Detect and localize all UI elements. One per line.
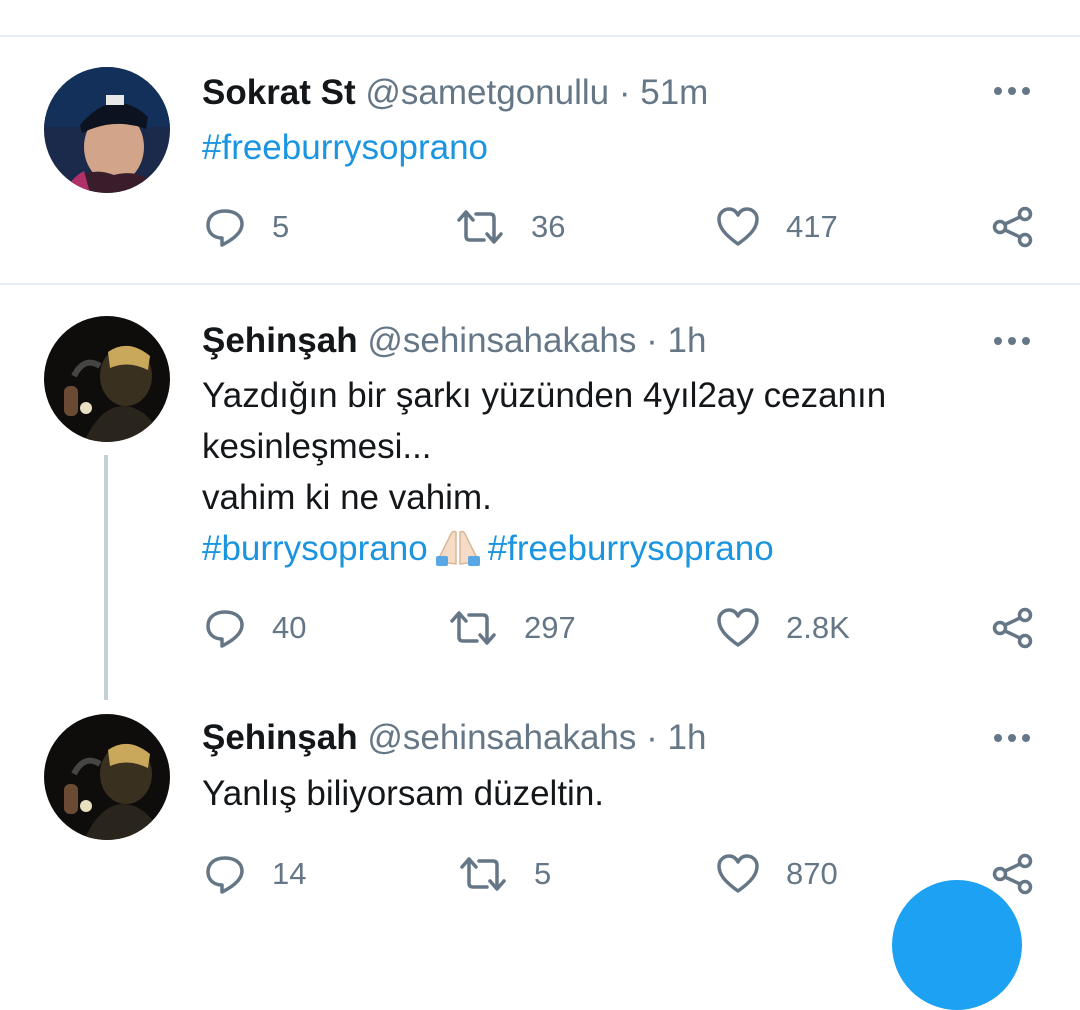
tweet-actions: 14 5 870 <box>0 852 1080 896</box>
compose-tweet-button[interactable] <box>892 880 1022 1010</box>
folded-hands-emoji <box>434 526 482 580</box>
share-button[interactable] <box>992 606 1034 650</box>
more-icon[interactable] <box>990 81 1034 101</box>
more-icon[interactable] <box>990 331 1034 351</box>
retweet-count: 297 <box>524 610 576 645</box>
reply-button[interactable]: 5 <box>204 205 289 249</box>
share-icon <box>992 853 1034 895</box>
reply-count: 14 <box>272 856 307 891</box>
author-handle[interactable]: @sehinsahakahs <box>367 718 636 757</box>
like-count: 870 <box>786 856 838 891</box>
tweet-text-line: kesinleşmesi... <box>202 427 432 466</box>
share-icon <box>992 206 1034 248</box>
author-name[interactable]: Sokrat St <box>202 73 356 112</box>
retweet-count: 5 <box>534 856 552 891</box>
like-button[interactable]: 870 <box>716 852 838 896</box>
timestamp[interactable]: 1h <box>668 321 707 360</box>
like-count: 2.8K <box>786 610 850 645</box>
hashtag-line: #burrysoprano #freeburrysoprano <box>202 523 886 580</box>
tweet-text: #freeburrysoprano <box>202 122 488 173</box>
retweet-icon <box>455 206 505 248</box>
separator: · <box>646 718 658 757</box>
reply-button[interactable]: 14 <box>204 852 306 896</box>
like-icon <box>716 853 760 895</box>
avatar[interactable] <box>44 316 170 442</box>
share-button[interactable] <box>992 852 1034 896</box>
retweet-icon <box>458 853 508 895</box>
tweet-header: Şehinşah @sehinsahakahs · 1h <box>202 321 706 361</box>
tweet-text-line: Yazdığın bir şarkı yüzünden 4yıl2ay ceza… <box>202 376 887 415</box>
reply-count: 40 <box>272 610 307 645</box>
author-name[interactable]: Şehinşah <box>202 321 358 360</box>
like-count: 417 <box>786 209 838 244</box>
separator: · <box>646 321 658 360</box>
reply-button[interactable]: 40 <box>204 606 306 650</box>
tweet-text-line: vahim ki ne vahim. <box>202 478 492 517</box>
retweet-button[interactable]: 297 <box>448 606 576 650</box>
like-icon <box>716 607 760 649</box>
author-name[interactable]: Şehinşah <box>202 718 358 757</box>
timestamp[interactable]: 51m <box>640 73 708 112</box>
hashtag-link[interactable]: #freeburrysoprano <box>202 128 488 167</box>
like-button[interactable]: 2.8K <box>716 606 850 650</box>
author-handle[interactable]: @sehinsahakahs <box>367 321 636 360</box>
retweet-button[interactable]: 5 <box>458 852 551 896</box>
tweet-text: Yazdığın bir şarkı yüzünden 4yıl2ay ceza… <box>202 370 886 580</box>
retweet-button[interactable]: 36 <box>455 205 565 249</box>
tweet-divider <box>0 283 1080 285</box>
separator: · <box>618 73 631 112</box>
author-handle[interactable]: @sametgonullu <box>365 73 609 112</box>
tweet-header: Şehinşah @sehinsahakahs · 1h <box>202 718 706 758</box>
reply-icon <box>204 607 246 649</box>
reply-icon <box>204 206 246 248</box>
tweet-header: Sokrat St @sametgonullu · 51m <box>202 73 708 113</box>
reply-count: 5 <box>272 209 290 244</box>
top-divider <box>0 35 1080 37</box>
hashtag-link[interactable]: #burrysoprano <box>202 529 428 568</box>
retweet-icon <box>448 607 498 649</box>
timestamp[interactable]: 1h <box>668 718 707 757</box>
thread-connector <box>104 455 108 700</box>
avatar[interactable] <box>44 714 170 840</box>
like-icon <box>716 206 760 248</box>
reply-icon <box>204 853 246 895</box>
share-icon <box>992 607 1034 649</box>
more-icon[interactable] <box>990 728 1034 748</box>
tweet-text: Yanlış biliyorsam düzeltin. <box>202 768 604 819</box>
avatar[interactable] <box>44 67 170 193</box>
tweet-actions: 40 297 2.8K <box>0 606 1080 650</box>
retweet-count: 36 <box>531 209 566 244</box>
tweet-actions: 5 36 417 <box>0 205 1080 249</box>
tweet-text-line: Yanlış biliyorsam düzeltin. <box>202 774 605 813</box>
like-button[interactable]: 417 <box>716 205 838 249</box>
share-button[interactable] <box>992 205 1034 249</box>
hashtag-link[interactable]: #freeburrysoprano <box>488 529 774 568</box>
